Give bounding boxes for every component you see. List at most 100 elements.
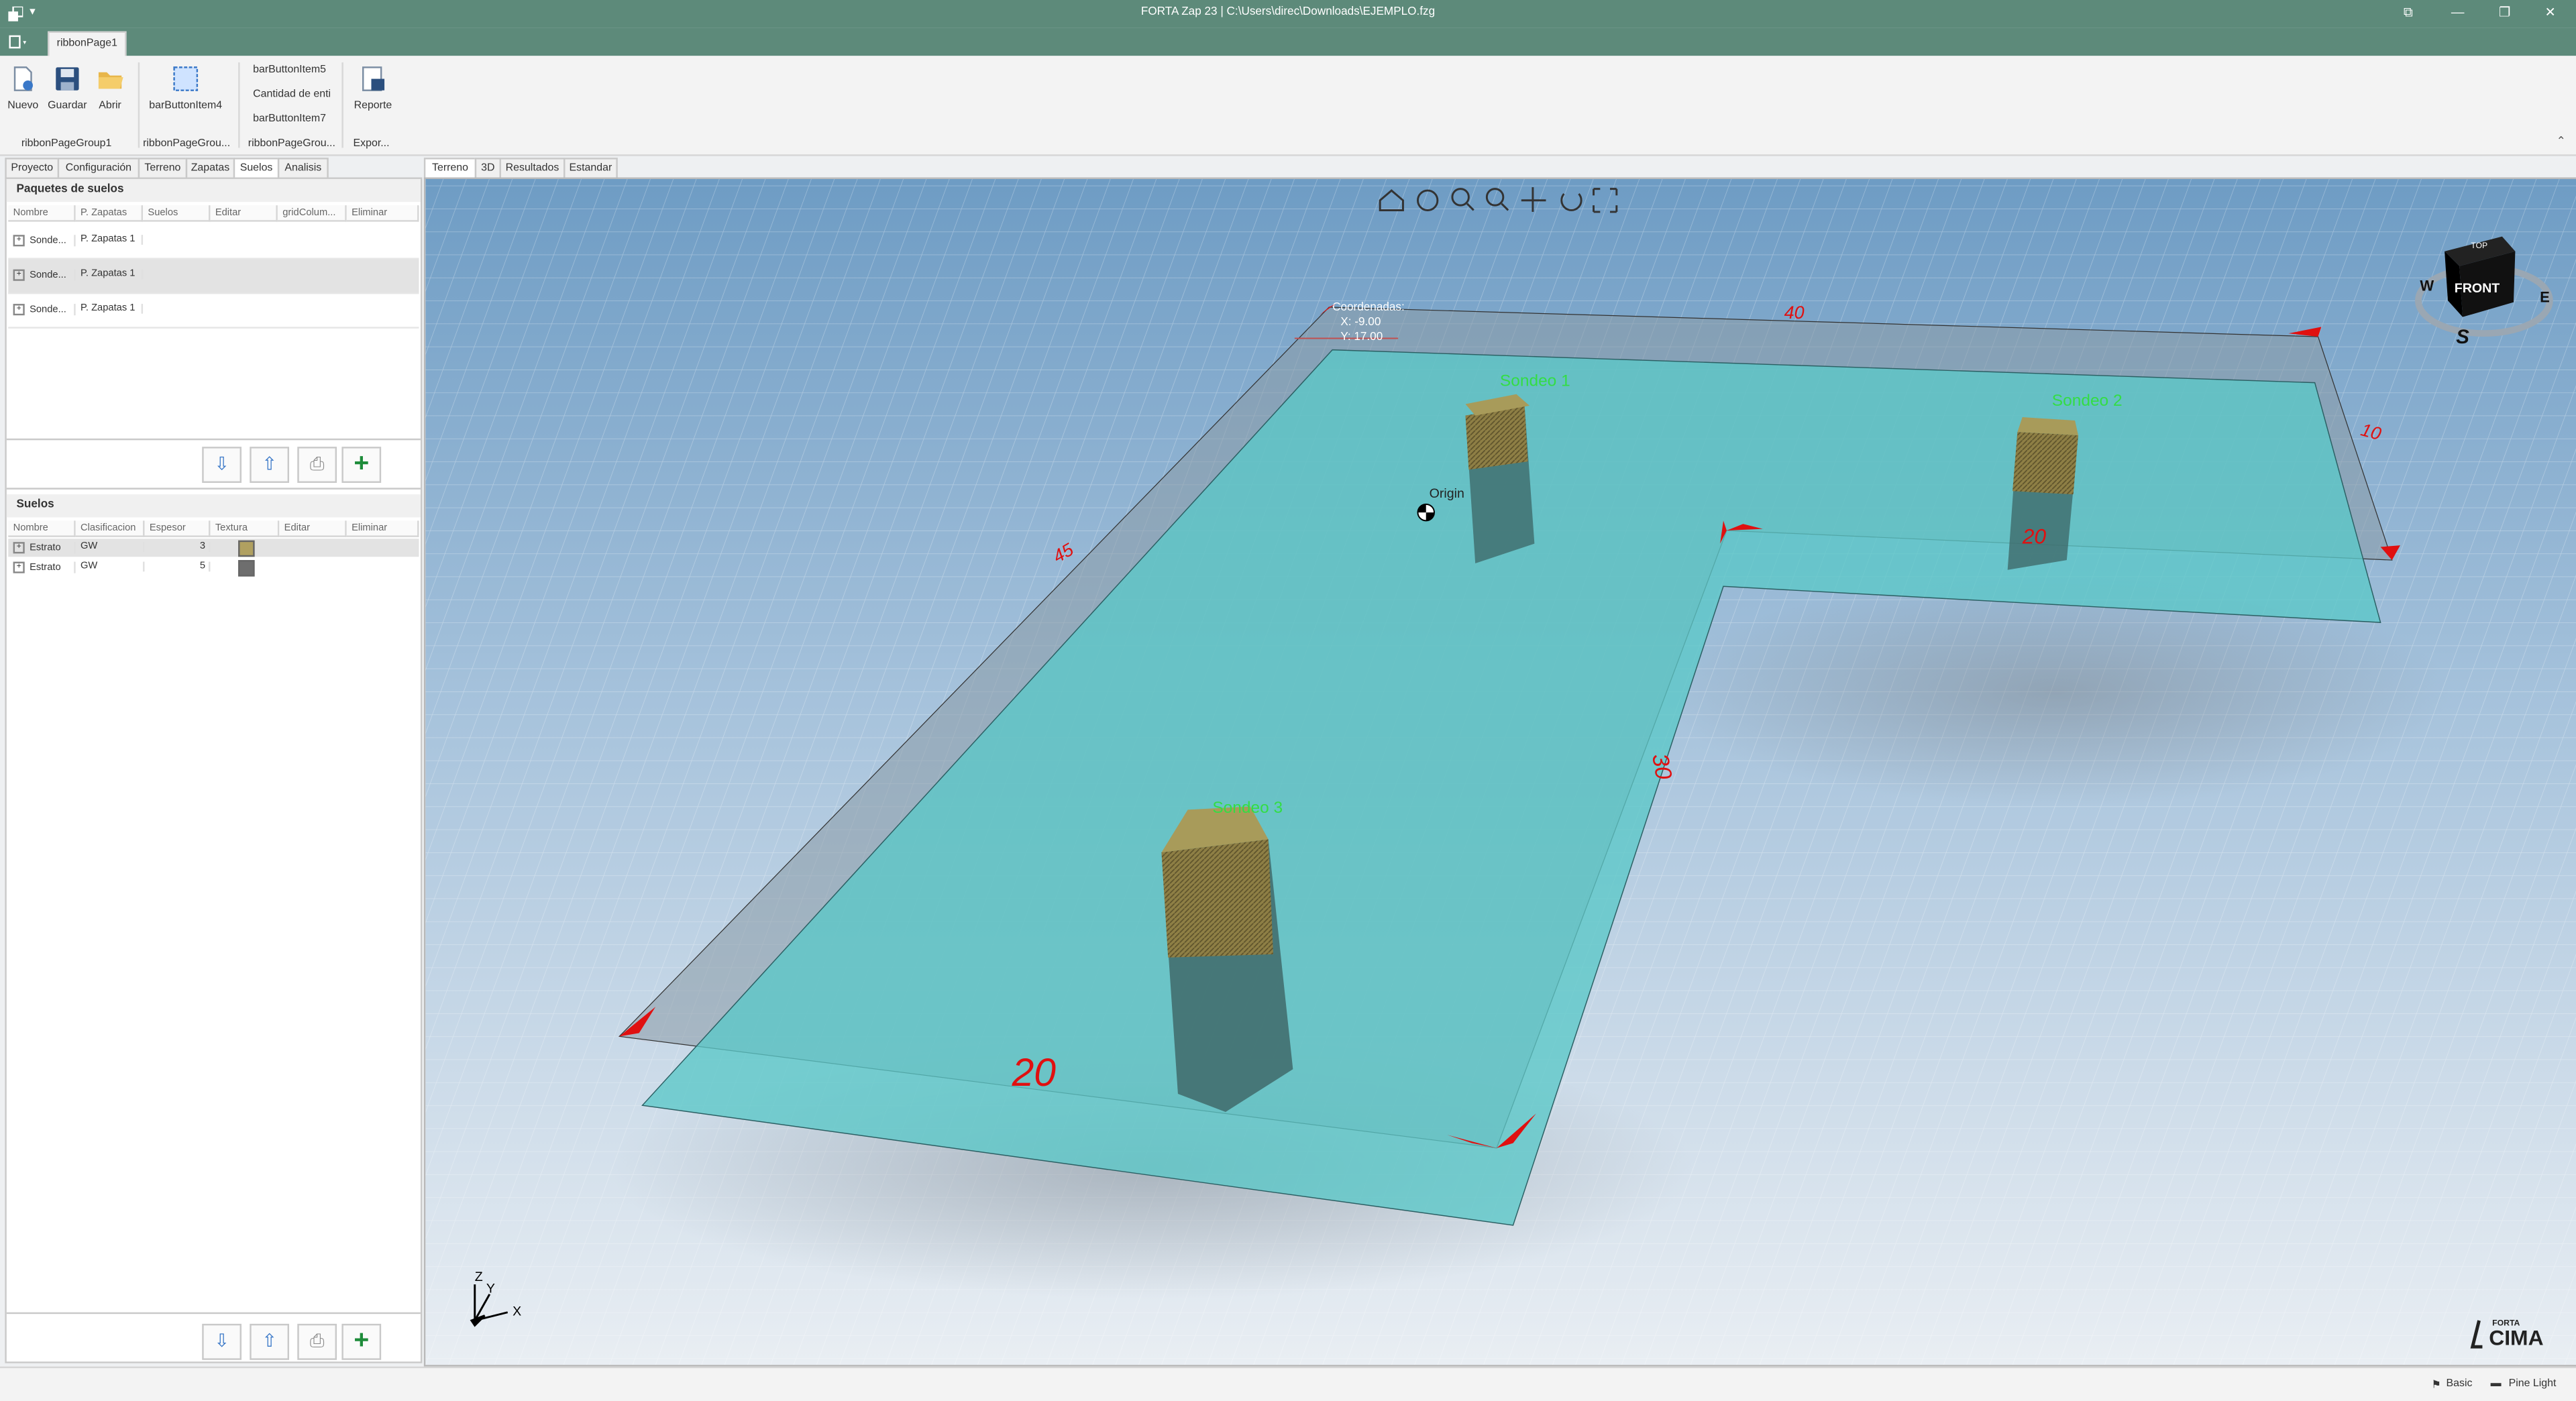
divider bbox=[6, 488, 421, 490]
restore-layout-icon[interactable]: ⧉ bbox=[2404, 5, 2413, 21]
tab-terreno-view[interactable]: Terreno bbox=[423, 158, 477, 179]
row-nombre: Sonde... bbox=[30, 305, 66, 316]
minimize-button[interactable]: — bbox=[2451, 5, 2465, 19]
origin-label: Origin bbox=[1430, 486, 1464, 501]
barbuttonitem7-button[interactable]: barButtonItem7 bbox=[253, 113, 326, 125]
abrir-label: Abrir bbox=[99, 100, 121, 112]
column-nombre[interactable]: Nombre bbox=[8, 205, 76, 222]
row-nombre: Sonde... bbox=[30, 271, 66, 281]
texture-swatch[interactable] bbox=[238, 560, 255, 577]
application-menu-button[interactable] bbox=[7, 32, 30, 53]
open-folder-icon bbox=[98, 72, 123, 89]
guardar-button[interactable]: Guardar bbox=[46, 66, 89, 112]
barbuttonitem5-button[interactable]: barButtonItem5 bbox=[253, 64, 326, 76]
column-editar[interactable]: Editar bbox=[279, 520, 347, 537]
compass-w-label: W bbox=[2420, 277, 2434, 294]
column-gridcolumn[interactable]: gridColum... bbox=[277, 205, 347, 222]
divider bbox=[6, 1312, 421, 1314]
ribbon: Nuevo Guardar Abrir barButtonItem4 barBu… bbox=[0, 56, 2576, 156]
paquetes-header: Paquetes de suelos bbox=[6, 178, 421, 203]
save-icon bbox=[56, 67, 79, 91]
tab-configuracion[interactable]: Configuración bbox=[57, 158, 140, 179]
expand-icon[interactable]: + bbox=[13, 235, 25, 247]
coords-title: Coordenadas: bbox=[1332, 300, 1405, 313]
3d-viewport[interactable]: Sondeo 1 Sondeo 2 Sondeo 3 Origin Coorde… bbox=[423, 177, 2576, 1367]
sondeo-2-label: Sondeo 2 bbox=[2052, 392, 2123, 410]
coords-y: Y: 17.00 bbox=[1340, 329, 1383, 343]
texture-swatch[interactable] bbox=[238, 540, 255, 557]
table-row[interactable]: + Estrato GW 3 bbox=[8, 539, 419, 557]
tab-suelos[interactable]: Suelos bbox=[233, 158, 280, 179]
tab-estandar[interactable]: Estandar bbox=[564, 158, 618, 179]
row-pzapatas: P. Zapatas 1 bbox=[76, 235, 144, 245]
theme-dropdown[interactable]: Pine Light bbox=[2509, 1378, 2557, 1390]
dim-label-bottom: 20 bbox=[1012, 1051, 1057, 1095]
ribbon-tab-strip bbox=[0, 27, 2576, 56]
column-pzapatas[interactable]: P. Zapatas bbox=[75, 205, 144, 222]
column-espesor[interactable]: Espesor bbox=[144, 520, 211, 537]
expand-icon[interactable]: + bbox=[13, 542, 25, 554]
left-panel: Paquetes de suelos Nombre P. Zapatas Sue… bbox=[5, 177, 423, 1363]
abrir-button[interactable]: Abrir bbox=[94, 66, 127, 112]
column-eliminar[interactable]: Eliminar bbox=[346, 205, 419, 222]
column-nombre[interactable]: Nombre bbox=[8, 520, 76, 537]
close-button[interactable]: ✕ bbox=[2545, 5, 2556, 19]
table-row[interactable]: + Estrato GW 5 bbox=[8, 559, 419, 577]
status-bar: ⚑ Basic ▬ Pine Light bbox=[0, 1366, 2576, 1401]
tab-ribbonpage1[interactable]: ribbonPage1 bbox=[48, 31, 127, 58]
column-suelos[interactable]: Suelos bbox=[143, 205, 211, 222]
expand-icon[interactable]: + bbox=[13, 561, 25, 573]
dim-label-mid: 30 bbox=[1647, 752, 1676, 781]
selection-box-icon bbox=[173, 66, 199, 91]
compass-e-label: E bbox=[2540, 289, 2550, 306]
tab-zapatas[interactable]: Zapatas bbox=[185, 158, 235, 179]
new-file-icon bbox=[13, 66, 33, 91]
nuevo-button[interactable]: Nuevo bbox=[7, 66, 40, 112]
move-down-button[interactable]: ⇩ bbox=[202, 1323, 242, 1360]
table-row[interactable]: + Sonde... P. Zapatas 1 bbox=[8, 259, 419, 294]
barbuttonitem4-button[interactable]: barButtonItem4 bbox=[146, 66, 225, 112]
expand-icon[interactable]: + bbox=[13, 269, 25, 281]
cantidad-entidades-button[interactable]: Cantidad de enti bbox=[253, 89, 331, 100]
tab-resultados[interactable]: Resultados bbox=[499, 158, 566, 179]
move-down-button[interactable]: ⇩ bbox=[202, 447, 242, 484]
print-button[interactable]: ⎙ bbox=[297, 1323, 337, 1360]
group-separator bbox=[138, 62, 140, 148]
sondeo-3-label: Sondeo 3 bbox=[1212, 799, 1283, 817]
tab-terreno[interactable]: Terreno bbox=[138, 158, 188, 179]
layout-mode-icon[interactable]: ⚑ bbox=[2432, 1378, 2441, 1391]
basic-dropdown[interactable]: Basic bbox=[2447, 1378, 2473, 1390]
row-espesor: 3 bbox=[145, 542, 211, 552]
group-label-2: ribbonPageGrou... bbox=[143, 137, 231, 150]
axis-x-label: X bbox=[513, 1304, 521, 1319]
nuevo-label: Nuevo bbox=[7, 100, 39, 112]
logo-text: CIMA bbox=[2489, 1326, 2543, 1350]
group-label-1: ribbonPageGroup1 bbox=[21, 137, 112, 150]
compass-s-label: S bbox=[2456, 326, 2469, 348]
column-clasificacion[interactable]: Clasificacion bbox=[75, 520, 145, 537]
move-up-button[interactable]: ⇧ bbox=[250, 447, 290, 484]
theme-icon[interactable]: ▬ bbox=[2491, 1378, 2502, 1390]
guardar-label: Guardar bbox=[48, 100, 87, 112]
report-icon bbox=[362, 66, 385, 91]
print-button[interactable]: ⎙ bbox=[297, 447, 337, 484]
barbuttonitem4-label: barButtonItem4 bbox=[149, 100, 223, 112]
table-row[interactable]: + Sonde... P. Zapatas 1 bbox=[8, 294, 419, 329]
scene-canvas[interactable]: Sondeo 1 Sondeo 2 Sondeo 3 Origin Coorde… bbox=[425, 178, 2576, 1365]
move-up-button[interactable]: ⇧ bbox=[250, 1323, 290, 1360]
expand-icon[interactable]: + bbox=[13, 304, 25, 316]
column-eliminar[interactable]: Eliminar bbox=[346, 520, 419, 537]
tab-analisis[interactable]: Analisis bbox=[277, 158, 329, 179]
window-title: FORTA Zap 23 | C:\Users\direc\Downloads\… bbox=[1140, 6, 1436, 18]
add-button[interactable]: + bbox=[341, 447, 382, 484]
column-editar[interactable]: Editar bbox=[210, 205, 278, 222]
maximize-button[interactable]: ❐ bbox=[2499, 5, 2511, 19]
reporte-button[interactable]: Reporte bbox=[352, 66, 394, 112]
tab-3d[interactable]: 3D bbox=[474, 158, 501, 179]
collapse-ribbon-icon[interactable]: ⌃ bbox=[2557, 135, 2566, 148]
column-textura[interactable]: Textura bbox=[210, 520, 280, 537]
add-button[interactable]: + bbox=[341, 1323, 382, 1360]
table-row[interactable]: + Sonde... P. Zapatas 1 bbox=[8, 225, 419, 260]
tab-proyecto[interactable]: Proyecto bbox=[5, 158, 60, 179]
dim-label-top: 40 bbox=[1784, 302, 1805, 323]
